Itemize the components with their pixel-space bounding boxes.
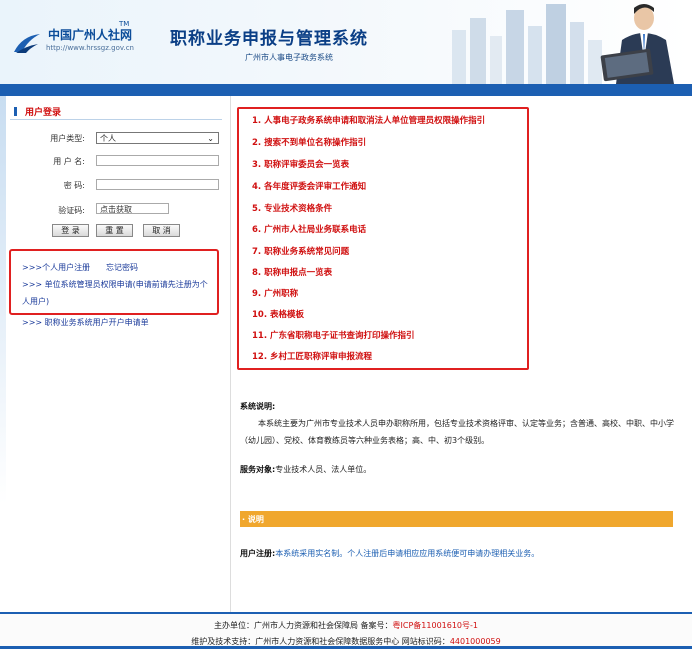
chevron-down-icon: ⌄ bbox=[207, 134, 214, 143]
guide-item[interactable]: 7. 职称业务系统常见问题 bbox=[252, 245, 349, 257]
password-input[interactable] bbox=[96, 179, 219, 190]
user-type-select[interactable]: 个人 ⌄ bbox=[96, 132, 219, 144]
login-heading-text: 用户登录 bbox=[25, 108, 62, 118]
heading-bar-icon bbox=[14, 107, 17, 116]
site-subtitle: 广州市人事电子政务系统 bbox=[245, 53, 333, 62]
cancel-button[interactable]: 取 消 bbox=[143, 224, 180, 237]
guide-item[interactable]: 10. 表格模板 bbox=[252, 308, 304, 320]
service-target-label: 服务对象: bbox=[240, 465, 276, 474]
password-label: 密 码: bbox=[63, 181, 85, 190]
service-target: 服务对象:专业技术人员、法人单位。 bbox=[240, 464, 371, 475]
guide-item[interactable]: 6. 广州市人社局业务联系电话 bbox=[252, 223, 366, 235]
account-apply-form-link[interactable]: >>> 职称业务系统用户开户申请单 bbox=[22, 317, 149, 328]
login-heading: 用户登录 bbox=[14, 105, 61, 118]
site-title: 职称业务申报与管理系统 bbox=[170, 29, 368, 49]
site-footer: 主办单位：广州市人力资源和社会保障局 备案号：粤ICP备11001610号-1 … bbox=[0, 614, 692, 649]
guide-item[interactable]: 2. 搜索不到单位名称操作指引 bbox=[252, 136, 366, 148]
username-label: 用 户 名: bbox=[53, 157, 85, 166]
user-type-value: 个人 bbox=[100, 134, 116, 143]
login-divider bbox=[10, 119, 222, 120]
personal-register-link[interactable]: >>>个人用户注册 bbox=[22, 262, 90, 273]
page: 中国广州人社网 TM http://www.hrssgz.gov.cn 职称业务… bbox=[0, 0, 692, 649]
footer-line-1: 主办单位：广州市人力资源和社会保障局 备案号：粤ICP备11001610号-1 bbox=[0, 620, 692, 631]
footer-support: 维护及技术支持：广州市人力资源和社会保障数据服务中心 网站标识码： bbox=[191, 637, 450, 646]
service-target-value: 专业技术人员、法人单位。 bbox=[275, 465, 372, 474]
login-panel: 用户登录 用户类型: 个人 ⌄ 用 户 名: 密 码: 验证码: 点击获取 登 … bbox=[0, 96, 231, 612]
logo-swoosh-icon bbox=[14, 34, 40, 53]
site-header: 中国广州人社网 TM http://www.hrssgz.gov.cn 职称业务… bbox=[0, 0, 692, 84]
header-blue-band bbox=[0, 84, 692, 96]
unit-admin-apply-link[interactable]: >>> 单位系统管理员权限申请(申请前请先注册为个 bbox=[22, 279, 208, 290]
user-type-label: 用户类型: bbox=[50, 134, 85, 143]
guide-item[interactable]: 11. 广东省职称电子证书查询打印操作指引 bbox=[252, 329, 415, 341]
login-button[interactable]: 登 录 bbox=[52, 224, 89, 237]
note-header-bar: · 说明 bbox=[240, 511, 673, 527]
logo-name: 中国广州人社网 bbox=[48, 28, 133, 42]
logo-tm: TM bbox=[119, 20, 130, 28]
system-description-body: 本系统主要为广州市专业技术人员申办职称所用，包括专业技术资格评审、认定等业务；含… bbox=[240, 419, 674, 445]
footer-sponsor: 主办单位：广州市人力资源和社会保障局 备案号： bbox=[213, 621, 393, 630]
guide-item[interactable]: 5. 专业技术资格条件 bbox=[252, 202, 332, 214]
guide-item[interactable]: 4. 各年度评委会评审工作通知 bbox=[252, 180, 366, 192]
captcha-input[interactable]: 点击获取 bbox=[96, 203, 169, 214]
captcha-label: 验证码: bbox=[58, 206, 85, 215]
registration-note-label: 用户注册: bbox=[240, 549, 276, 558]
guide-item[interactable]: 8. 职称申报点一览表 bbox=[252, 266, 332, 278]
username-input[interactable] bbox=[96, 155, 219, 166]
reset-button[interactable]: 重 置 bbox=[96, 224, 133, 237]
unit-admin-apply-link-cont[interactable]: 人用户) bbox=[22, 296, 49, 307]
site-logo[interactable]: 中国广州人社网 TM http://www.hrssgz.gov.cn bbox=[8, 20, 138, 60]
icp-number-link[interactable]: 粤ICP备11001610号-1 bbox=[393, 621, 478, 630]
guide-item[interactable]: 9. 广州职称 bbox=[252, 287, 298, 299]
left-fade-strip bbox=[0, 96, 6, 606]
system-description-title: 系统说明: bbox=[240, 402, 276, 411]
registration-note: 用户注册:本系统采用实名制。个人注册后申请相应应用系统便可申请办理相关业务。 bbox=[240, 548, 539, 559]
registration-note-value: 本系统采用实名制。个人注册后申请相应应用系统便可申请办理相关业务。 bbox=[275, 549, 540, 558]
note-header-text: · 说明 bbox=[242, 515, 264, 524]
logo-url: http://www.hrssgz.gov.cn bbox=[46, 44, 134, 52]
forgot-password-link[interactable]: 忘记密码 bbox=[106, 262, 138, 273]
guide-item[interactable]: 3. 职称评审委员会一览表 bbox=[252, 158, 349, 170]
guide-item[interactable]: 12. 乡村工匠职称评审申报流程 bbox=[252, 350, 372, 362]
site-code: 4401000059 bbox=[449, 637, 501, 646]
businessman-laptop-image bbox=[600, 4, 674, 84]
guide-item[interactable]: 1. 人事电子政务系统申请和取消法人单位管理员权限操作指引 bbox=[252, 114, 485, 126]
